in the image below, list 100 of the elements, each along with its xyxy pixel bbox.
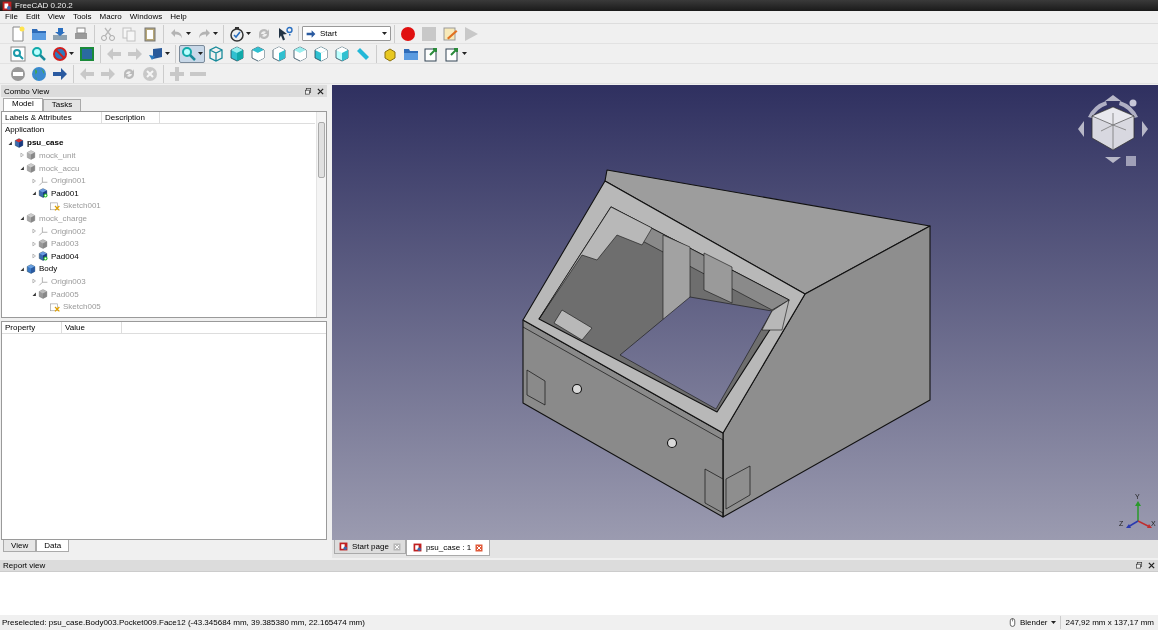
status-message: Preselected: psu_case.Body003.Pocket009.Face12 (-43.345684 mm, 39.385380 mm, 22.165474 mm) (2, 618, 366, 627)
pad-icon (38, 289, 48, 299)
document-tab[interactable]: psu_case : 1 (405, 540, 491, 556)
view-cube-icon (271, 45, 287, 62)
box-arrow-icon (148, 45, 164, 62)
arrow-right-icon (100, 65, 116, 82)
tree-item[interactable]: Body (26, 262, 58, 275)
float-icon (305, 87, 312, 95)
dimensions-label: 247,92 mm x 137,17 mm (1059, 616, 1158, 629)
tab[interactable]: Model (3, 98, 43, 111)
globe-icon (31, 65, 47, 82)
x-circle-icon (142, 65, 158, 82)
caret-icon (246, 32, 251, 35)
close-icon (317, 87, 324, 95)
menu-item[interactable]: View (43, 11, 69, 23)
caret-icon (1050, 621, 1056, 624)
tree-item[interactable]: Pad004 (38, 250, 79, 263)
window-title: FreeCAD 0.20.2 (15, 0, 73, 11)
arrow-right-icon (306, 28, 316, 39)
search-icon (181, 45, 197, 62)
minus-circle-icon (10, 65, 26, 82)
caret-icon (382, 32, 387, 35)
notepad-pencil-icon (442, 25, 458, 42)
app-logo-icon (412, 543, 422, 552)
play-icon (463, 25, 479, 42)
tree-section-label: Application (4, 124, 46, 136)
column-header[interactable]: Value (62, 322, 122, 333)
navigation-cube-drawing (1078, 95, 1148, 166)
pad-icon (38, 188, 48, 199)
new-document-icon (10, 25, 26, 42)
scrollbar[interactable] (316, 112, 326, 317)
view-cube-icon (292, 45, 308, 62)
menu-item[interactable]: Edit (21, 11, 44, 23)
panel-title: Report view (3, 561, 46, 570)
tree-item[interactable]: psu_case (14, 136, 64, 149)
record-icon (400, 25, 416, 42)
axes-icon (38, 226, 48, 237)
printer-icon (73, 25, 89, 42)
caret-icon (213, 32, 218, 35)
tab[interactable]: View (3, 540, 37, 552)
link-icon (424, 45, 440, 62)
link-icon (445, 45, 461, 62)
plus-icon (169, 65, 185, 82)
column-header[interactable]: Property (2, 322, 62, 333)
app-logo-icon (2, 0, 12, 11)
close-icon (1148, 562, 1155, 569)
view-cube-icon (229, 45, 245, 62)
arrow-right-icon (52, 65, 68, 82)
menu-item[interactable]: Help (166, 11, 191, 23)
axis-triad-icon (1126, 501, 1152, 528)
search-icon (31, 45, 47, 62)
axes-icon (38, 175, 48, 186)
copy-icon (121, 25, 137, 42)
zoom-page-icon (10, 45, 26, 62)
scrollbar-thumb[interactable] (318, 122, 325, 178)
close-icon (392, 542, 401, 551)
part-icon (26, 150, 36, 161)
caret-icon (69, 52, 74, 55)
document-tab[interactable]: Start page (334, 540, 406, 554)
body-icon (26, 263, 36, 274)
pad-icon (38, 251, 48, 262)
column-header[interactable]: Labels & Attributes (2, 112, 102, 123)
caret-icon (165, 52, 170, 55)
sketch-icon (50, 200, 60, 211)
part-icon (26, 213, 36, 224)
mouse-icon (1007, 618, 1017, 627)
tab-label: psu_case : 1 (425, 543, 472, 552)
caret-icon (186, 32, 191, 35)
view-cube-icon (334, 45, 350, 62)
app-logo-icon (339, 542, 348, 551)
tab[interactable]: Data (36, 540, 70, 552)
clipboard-icon (142, 25, 158, 42)
view-cube-icon (313, 45, 329, 62)
view-cube-icon (250, 45, 266, 62)
menu-item[interactable]: Windows (125, 11, 167, 23)
column-header[interactable]: Description (102, 112, 160, 123)
axes-icon (38, 276, 48, 287)
menu-item[interactable]: Tools (68, 11, 96, 23)
toolbar-button[interactable] (50, 44, 76, 63)
close-icon (475, 543, 484, 552)
pad-icon (38, 238, 48, 249)
save-icon (52, 25, 68, 42)
tree-item[interactable]: Pad001 (38, 187, 79, 200)
part-icon (26, 163, 36, 174)
panel-title: Combo View (4, 86, 50, 96)
navigation-style-button[interactable]: Blender (1003, 616, 1060, 629)
ruler-icon (355, 45, 371, 62)
caret-icon (198, 52, 203, 55)
tab[interactable]: Tasks (42, 99, 82, 111)
sketch-icon (50, 301, 60, 312)
scissors-icon (100, 25, 116, 42)
tab-label: Start page (352, 542, 389, 551)
wire-cube-icon (208, 45, 224, 62)
menu-item[interactable]: File (1, 11, 22, 23)
caret-icon (462, 52, 467, 55)
arrow-right-icon (127, 45, 143, 62)
workbench-dropdown[interactable]: Start (302, 26, 391, 41)
toolbar-button[interactable] (227, 24, 253, 43)
menu-item[interactable]: Macro (95, 11, 126, 23)
help-pointer-icon (277, 25, 293, 42)
